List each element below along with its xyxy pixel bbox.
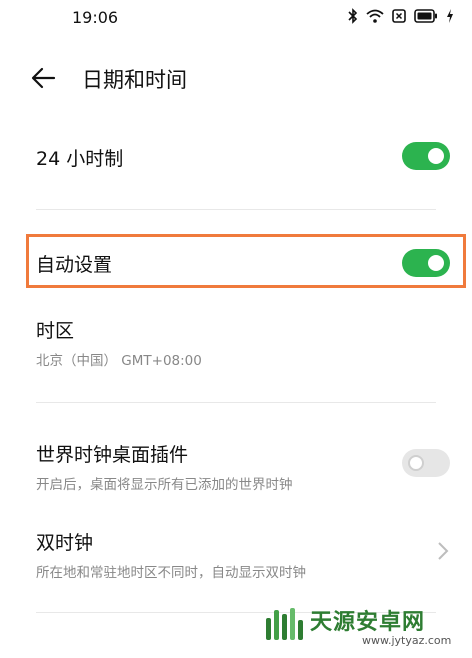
arrow-left-icon[interactable]	[30, 66, 58, 90]
status-bar: 19:06	[0, 0, 472, 34]
toggle-auto-set[interactable]	[402, 249, 450, 277]
setting-world-clock-description: 开启后，桌面将显示所有已添加的世界时钟	[36, 477, 293, 493]
toggle-24-hour[interactable]	[402, 142, 450, 170]
toggle-knob	[408, 455, 424, 471]
setting-24-hour[interactable]: 24 小时制	[0, 130, 472, 186]
setting-dual-clock[interactable]: 双时钟 所在地和常驻地时区不同时，自动显示双时钟	[0, 522, 472, 592]
status-time: 19:06	[72, 8, 119, 27]
watermark-logo-icon	[266, 608, 303, 640]
setting-dual-clock-description: 所在地和常驻地时区不同时，自动显示双时钟	[36, 565, 306, 581]
page-header: 日期和时间	[0, 56, 472, 102]
setting-time-zone-value: 北京（中国） GMT+08:00	[36, 353, 202, 369]
setting-time-zone-label: 时区	[36, 320, 75, 342]
watermark-name: 天源安卓网	[310, 610, 426, 635]
setting-world-clock-label: 世界时钟桌面插件	[36, 444, 189, 466]
sim-icon	[392, 9, 406, 23]
toggle-knob	[428, 148, 444, 164]
charging-icon	[447, 9, 453, 23]
page-title: 日期和时间	[82, 68, 187, 92]
toggle-world-clock-widget[interactable]	[402, 449, 450, 477]
wifi-icon	[366, 9, 384, 23]
watermark-url: www.jytyaz.com	[362, 634, 452, 647]
bluetooth-icon	[348, 8, 358, 24]
setting-24-hour-label: 24 小时制	[36, 148, 124, 170]
setting-dual-clock-label: 双时钟	[36, 532, 94, 554]
setting-auto-set-label: 自动设置	[36, 254, 113, 276]
setting-auto-set[interactable]: 自动设置	[0, 236, 472, 288]
watermark: 天源安卓网 www.jytyaz.com	[262, 598, 462, 650]
status-icons	[348, 8, 454, 24]
divider	[36, 209, 436, 210]
toggle-knob	[428, 255, 444, 271]
divider	[36, 402, 436, 403]
battery-icon	[414, 9, 437, 23]
setting-world-clock-widget[interactable]: 世界时钟桌面插件 开启后，桌面将显示所有已添加的世界时钟	[0, 434, 472, 504]
chevron-right-icon	[438, 542, 449, 560]
setting-time-zone[interactable]: 时区 北京（中国） GMT+08:00	[0, 308, 472, 378]
